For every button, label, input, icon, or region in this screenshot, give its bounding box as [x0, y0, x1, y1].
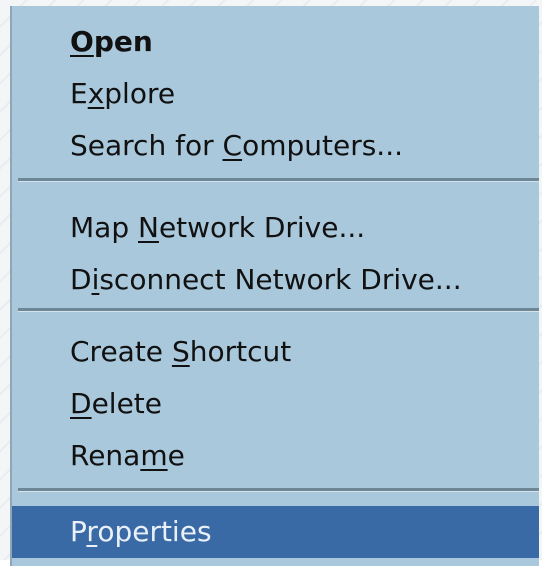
menu-item-open[interactable]: Open [12, 16, 539, 68]
menu-separator [18, 178, 539, 182]
menu-item-rename[interactable]: Rename [12, 430, 539, 482]
menu-item-properties[interactable]: Properties [12, 506, 539, 558]
context-menu: Open Explore Search for Computers... Map… [10, 6, 539, 566]
menu-separator [18, 308, 539, 312]
menu-item-disconnect-network-drive[interactable]: Disconnect Network Drive... [12, 254, 539, 306]
menu-item-create-shortcut[interactable]: Create Shortcut [12, 326, 539, 378]
menu-item-explore[interactable]: Explore [12, 68, 539, 120]
menu-item-map-network-drive[interactable]: Map Network Drive... [12, 202, 539, 254]
menu-item-search-for-computers[interactable]: Search for Computers... [12, 120, 539, 172]
menu-item-delete[interactable]: Delete [12, 378, 539, 430]
menu-separator [18, 488, 539, 492]
